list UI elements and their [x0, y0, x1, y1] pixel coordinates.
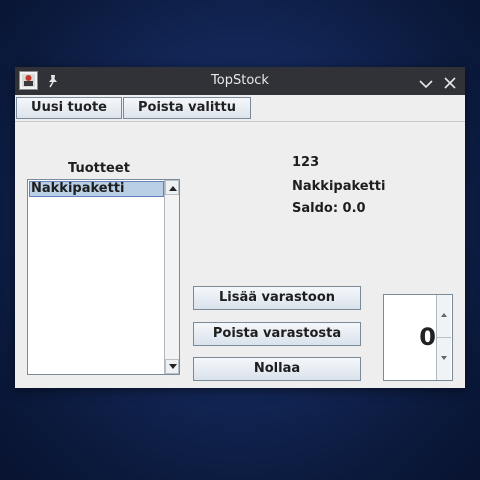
close-icon[interactable] [444, 74, 456, 89]
app-window: TopStock Uusi tuote Poista valittu Tuott… [15, 67, 465, 388]
spinner-buttons [436, 295, 452, 380]
quantity-value[interactable]: 0 [384, 295, 436, 380]
product-list[interactable]: Nakkipaketti [27, 179, 180, 375]
chevron-down-icon[interactable] [419, 75, 433, 89]
scroll-up-icon[interactable] [165, 180, 179, 195]
new-product-button[interactable]: Uusi tuote [16, 97, 122, 119]
reset-button[interactable]: Nollaa [193, 357, 361, 381]
product-balance: Saldo: 0.0 [292, 201, 366, 216]
list-scrollbar[interactable] [164, 180, 179, 374]
delete-selected-button[interactable]: Poista valittu [123, 97, 251, 119]
product-list-heading: Tuotteet [68, 161, 130, 176]
product-code: 123 [292, 155, 320, 170]
product-name: Nakkipaketti [292, 179, 386, 194]
toolbar: Uusi tuote Poista valittu [15, 95, 465, 122]
scroll-down-icon[interactable] [165, 359, 179, 374]
add-to-stock-button[interactable]: Lisää varastoon [193, 286, 361, 310]
title-bar[interactable]: TopStock [15, 67, 465, 95]
list-item[interactable]: Nakkipaketti [29, 181, 164, 197]
spin-up-icon[interactable] [437, 295, 451, 338]
spin-down-icon[interactable] [437, 338, 451, 380]
remove-from-stock-button[interactable]: Poista varastosta [193, 322, 361, 346]
window-title: TopStock [211, 73, 269, 88]
quantity-stepper[interactable]: 0 [383, 294, 453, 381]
